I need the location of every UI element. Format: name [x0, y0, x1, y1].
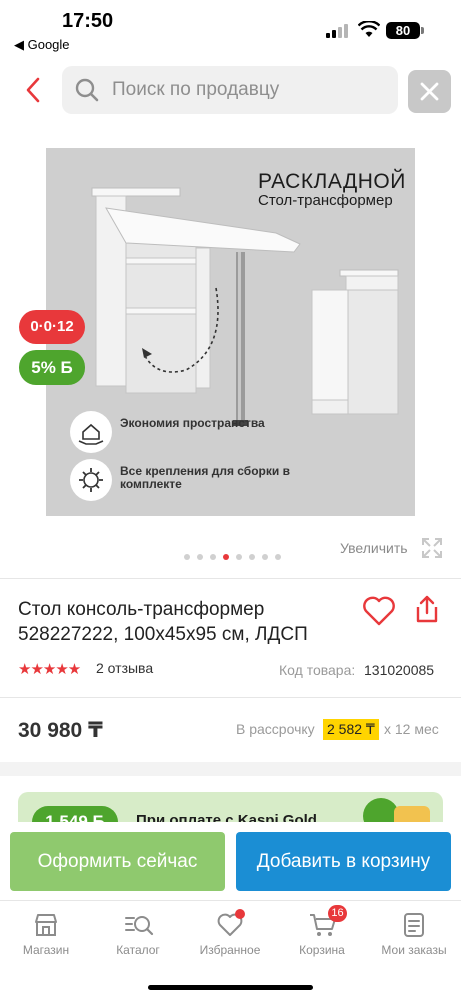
catalog-icon [125, 916, 154, 936]
action-bar: Оформить сейчас Добавить в корзину [0, 822, 461, 900]
tab-label: Избранное [199, 943, 261, 957]
wifi-icon [358, 21, 380, 37]
feature-text: Все крепления для сборки в комплекте [120, 464, 290, 491]
status-time: 17:50 [62, 10, 114, 32]
expand-icon[interactable] [420, 536, 444, 560]
price: 30 980 ₸ [18, 719, 103, 742]
buy-now-button[interactable]: Оформить сейчас [10, 832, 225, 891]
status-bar: 17:50 ◀ Google 80 [0, 0, 461, 56]
gallery-dot[interactable] [210, 554, 216, 560]
signal-icon [326, 24, 350, 38]
tab-label: Магазин [22, 943, 70, 957]
feature-text: Экономия пространства [120, 416, 265, 430]
rating-stars: ★★★★★ [18, 661, 81, 678]
gallery-dot[interactable] [197, 554, 203, 560]
orders-icon [404, 913, 424, 937]
favorite-heart-icon[interactable] [362, 596, 396, 626]
cart-count-badge: 16 [328, 905, 347, 922]
gallery-dot-active[interactable] [223, 554, 229, 560]
gear-icon [70, 459, 112, 501]
product-code-label: Код товара: [279, 662, 356, 678]
installment-badge: 0·0·12 [19, 310, 85, 344]
search-icon [75, 78, 99, 102]
zoom-button[interactable]: Увеличить [340, 540, 408, 556]
gallery-dot[interactable] [275, 554, 281, 560]
search-box[interactable] [62, 66, 398, 114]
gallery-dot[interactable] [236, 554, 242, 560]
tab-catalog[interactable]: Каталог [92, 901, 184, 971]
installment-label: В рассрочку [236, 721, 315, 737]
gallery-dot[interactable] [262, 554, 268, 560]
tab-label: Мои заказы [381, 943, 447, 957]
search-input[interactable] [112, 66, 392, 114]
share-icon[interactable] [414, 594, 440, 624]
image-title: РАСКЛАДНОЙ [258, 170, 406, 193]
gallery-dot[interactable] [184, 554, 190, 560]
battery-tip [421, 27, 424, 34]
add-to-cart-button[interactable]: Добавить в корзину [236, 832, 451, 891]
close-icon [420, 82, 439, 101]
tab-cart[interactable]: 16 Корзина [276, 901, 368, 971]
divider [0, 697, 461, 698]
tab-orders[interactable]: Мои заказы [368, 901, 460, 971]
notification-dot [235, 909, 245, 919]
back-arrow-icon[interactable] [20, 74, 48, 106]
section-separator [0, 762, 461, 776]
gallery-dot[interactable] [249, 554, 255, 560]
bonus-badge: 5% Б [19, 350, 85, 385]
close-button[interactable] [408, 70, 451, 113]
battery-icon: 80 [386, 22, 420, 39]
back-to-google-link[interactable]: ◀ Google [14, 37, 70, 53]
image-subtitle: Стол-трансформер [258, 192, 393, 209]
product-image[interactable]: РАСКЛАДНОЙ Стол-трансформер Экономия про… [46, 148, 415, 516]
tab-label: Каталог [116, 943, 160, 957]
product-code-value: 131020085 [364, 662, 435, 678]
tab-shop[interactable]: Магазин [0, 901, 92, 971]
reviews-link[interactable]: 2 отзыва [96, 660, 153, 676]
divider [0, 578, 461, 579]
product-title: Стол консоль-трансформер 528227222, 100x… [18, 599, 308, 645]
shop-icon [35, 914, 57, 936]
tab-favorites[interactable]: Избранное [184, 901, 276, 971]
installment-amount: 2 582 ₸ [323, 719, 379, 740]
home-indicator [148, 985, 313, 990]
feature-fasteners: Все крепления для сборки в комплекте [70, 459, 400, 503]
installment-months: х 12 мес [384, 721, 439, 737]
tab-label: Корзина [299, 943, 345, 957]
feature-space-saving: Экономия пространства [70, 411, 400, 455]
house-hands-icon [70, 411, 112, 453]
